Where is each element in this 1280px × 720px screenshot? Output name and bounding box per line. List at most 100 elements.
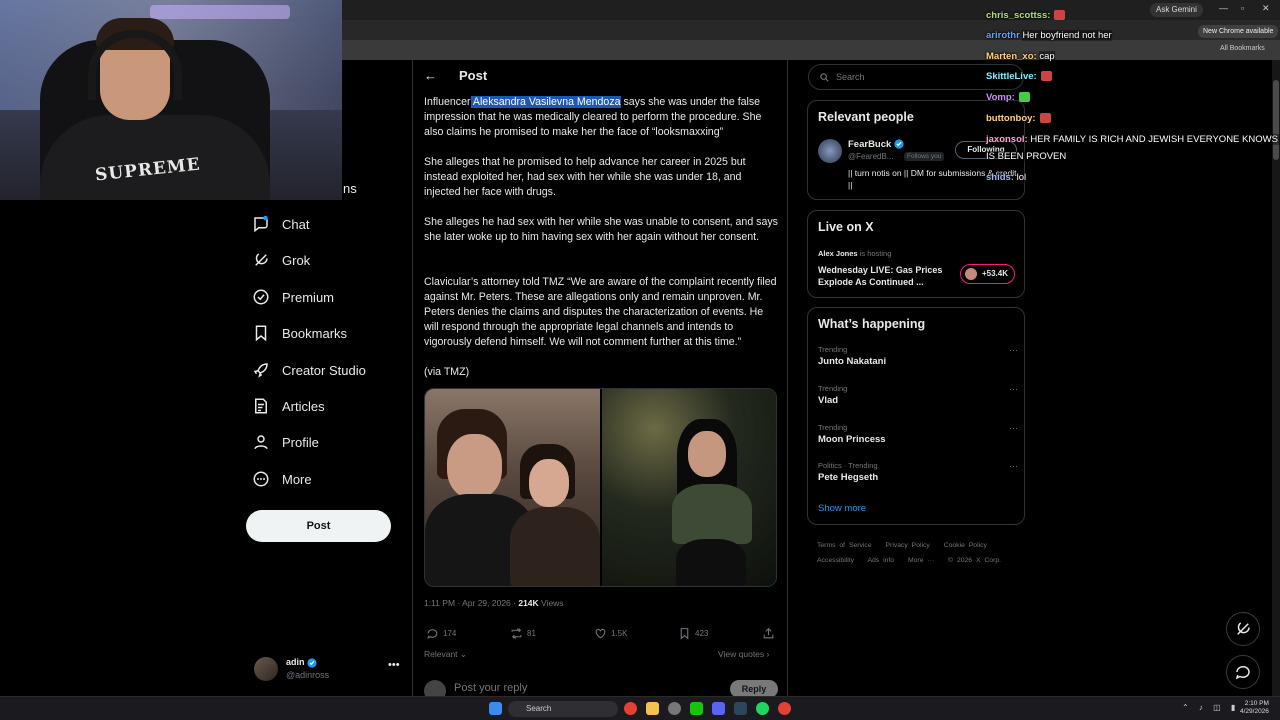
- streamer-webcam: SUPREME: [0, 0, 342, 200]
- windows-start-icon[interactable]: [489, 702, 502, 715]
- image-figure-body: [672, 484, 752, 544]
- person-name-row[interactable]: FearBuck: [848, 139, 904, 150]
- trend-item[interactable]: Trending Vlad ···: [818, 384, 1018, 406]
- like-button[interactable]: 1.5K: [594, 627, 627, 640]
- new-chrome-available-button[interactable]: New Chrome available: [1198, 25, 1279, 38]
- taskbar-clock[interactable]: 2:10 PM 4/29/2026: [1240, 700, 1269, 716]
- host-name: Alex Jones: [818, 249, 858, 258]
- back-arrow-icon[interactable]: ←: [424, 68, 437, 83]
- trend-item[interactable]: Trending Moon Princess ···: [818, 423, 1018, 445]
- nav-item-premium[interactable]: Premium: [252, 285, 334, 309]
- rocket-icon: [253, 363, 268, 378]
- live-listeners-pill[interactable]: +53.4K: [960, 264, 1015, 284]
- chat-username: chris_scottss:: [986, 10, 1051, 21]
- more-options-icon[interactable]: •••: [388, 659, 400, 671]
- chat-text: IS BEEN PROVEN: [986, 151, 1067, 162]
- footer-link[interactable]: Privacy Policy: [886, 542, 930, 549]
- account-handle: @adinross: [286, 670, 330, 680]
- chat-username: Vomp:: [986, 92, 1015, 103]
- avatar: [965, 268, 977, 280]
- footer-link[interactable]: Terms of Service: [817, 542, 872, 549]
- chat-emote-icon: [1018, 92, 1030, 103]
- chat-text: HER FAMILY IS RICH AND JEWISH EVERYONE K…: [1030, 134, 1280, 145]
- discord-icon[interactable]: [712, 702, 725, 715]
- nav-item-grok[interactable]: Grok: [252, 248, 310, 272]
- card-title: Relevant people: [818, 110, 914, 124]
- stream-chat-message: Vomp:: [986, 91, 1030, 104]
- taskbar-search[interactable]: Search: [508, 701, 618, 717]
- trend-item[interactable]: Politics · Trending Pete Hegseth ···: [818, 461, 1018, 483]
- nav-item-label: Chat: [282, 216, 310, 232]
- stream-chat-message: jaxonsol: HER FAMILY IS RICH AND JEWISH …: [986, 133, 1280, 146]
- search-placeholder: Search: [836, 72, 865, 82]
- nav-partial-label[interactable]: ns: [343, 181, 357, 196]
- nav-item-more[interactable]: More: [252, 467, 312, 491]
- reply-composer[interactable]: Post your reply Reply: [424, 678, 780, 702]
- compose-post-button[interactable]: Post: [246, 510, 391, 542]
- file-explorer-icon[interactable]: [646, 702, 659, 715]
- more-options-icon[interactable]: ···: [1009, 384, 1018, 394]
- messages-floating-button[interactable]: [1226, 655, 1260, 689]
- app-icon[interactable]: [690, 702, 703, 715]
- obs-icon[interactable]: [668, 702, 681, 715]
- grok-floating-button[interactable]: [1226, 612, 1260, 646]
- nav-item-label: Creator Studio: [282, 362, 366, 378]
- post-image[interactable]: [425, 389, 600, 586]
- nav-item-bookmarks[interactable]: Bookmarks: [252, 321, 347, 345]
- footer-link[interactable]: Accessibility: [817, 557, 854, 564]
- close-icon[interactable]: ✕: [1262, 3, 1270, 14]
- minimize-icon[interactable]: —: [1219, 3, 1228, 13]
- nav-item-articles[interactable]: Articles: [252, 394, 325, 418]
- webcam-neon-sign: [150, 5, 290, 19]
- footer-link[interactable]: More ···: [908, 557, 934, 564]
- nav-item-profile[interactable]: Profile: [252, 430, 319, 454]
- chat-username: arirothr: [986, 30, 1020, 41]
- more-options-icon[interactable]: ···: [1009, 345, 1018, 355]
- trend-name: Moon Princess: [818, 434, 886, 445]
- bookmark-icon: [255, 325, 267, 342]
- post-image[interactable]: [600, 389, 776, 586]
- verified-icon: [894, 139, 904, 150]
- browser-tab-strip: [342, 20, 1280, 40]
- stream-chat-message: shids: lol: [986, 171, 1027, 184]
- reply-sort-dropdown[interactable]: Relevant ⌄: [424, 649, 467, 660]
- verified-icon: [307, 658, 317, 668]
- chrome-icon[interactable]: [778, 702, 791, 715]
- bookmark-button[interactable]: 423: [678, 627, 708, 640]
- spotify-icon[interactable]: [756, 702, 769, 715]
- reply-button[interactable]: 174: [426, 627, 456, 640]
- page-scrollbar[interactable]: [1272, 60, 1280, 696]
- steam-icon[interactable]: [734, 702, 747, 715]
- share-button[interactable]: [762, 627, 775, 640]
- stream-chat-message: arirothr Her boyfriend not her: [986, 29, 1112, 42]
- account-name: adin: [286, 657, 305, 667]
- all-bookmarks-link[interactable]: All Bookmarks: [1220, 45, 1265, 52]
- nav-item-chat[interactable]: Chat: [252, 212, 309, 236]
- nav-item-label: Articles: [282, 398, 325, 414]
- account-switcher[interactable]: adin @adinross •••: [254, 655, 404, 683]
- repost-button[interactable]: 81: [510, 627, 536, 640]
- image-figure-face: [447, 434, 502, 499]
- bookmark-count: 423: [695, 629, 709, 638]
- more-options-icon[interactable]: ···: [1009, 423, 1018, 433]
- main-column-border-left: [412, 60, 413, 696]
- footer-link[interactable]: Ads info: [868, 557, 895, 564]
- footer-link[interactable]: Cookie Policy: [944, 542, 987, 549]
- chrome-icon[interactable]: [624, 702, 637, 715]
- trend-item[interactable]: Trending Junto Nakatani ···: [818, 345, 1018, 367]
- system-tray-icons[interactable]: ⌃ ♪ ◫ ▮: [1182, 703, 1239, 712]
- view-quotes-link[interactable]: View quotes ›: [718, 649, 769, 659]
- avatar[interactable]: [818, 139, 842, 163]
- scrollbar-thumb[interactable]: [1273, 80, 1279, 160]
- live-title[interactable]: Wednesday LIVE: Gas Prices Explode As Co…: [818, 264, 953, 288]
- post-media-grid[interactable]: [424, 388, 777, 587]
- more-circle-icon: [253, 471, 269, 487]
- reply-input[interactable]: Post your reply: [454, 682, 527, 694]
- maximize-icon[interactable]: ▫: [1241, 3, 1244, 13]
- chat-emote-icon: [1039, 113, 1051, 124]
- nav-item-creator-studio[interactable]: Creator Studio: [252, 358, 366, 382]
- ask-gemini-button[interactable]: Ask Gemini: [1150, 3, 1203, 17]
- more-options-icon[interactable]: ···: [1009, 461, 1018, 471]
- show-more-link[interactable]: Show more: [818, 503, 866, 514]
- image-figure-face: [688, 431, 726, 477]
